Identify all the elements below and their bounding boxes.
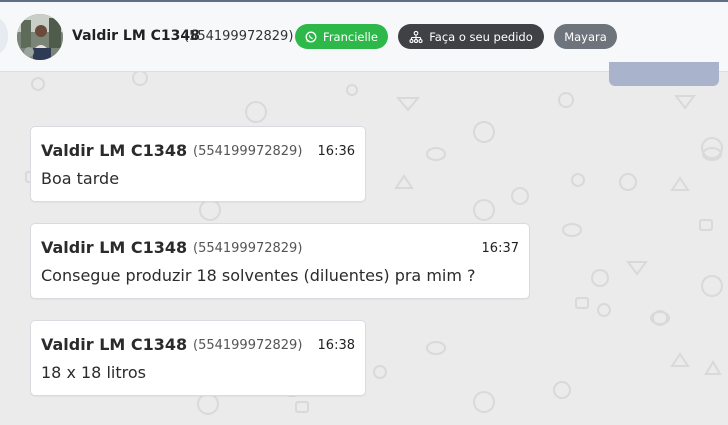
- message-time: 16:37: [481, 241, 519, 256]
- message-phone: (554199972829): [193, 144, 303, 159]
- whatsapp-icon: [305, 31, 317, 42]
- place-order-button[interactable]: Faça o seu pedido: [398, 24, 544, 49]
- agent-tag[interactable]: Mayara: [554, 24, 617, 49]
- message-bubble: Valdir LM C1348 (554199972829) 16:38 18 …: [30, 320, 366, 396]
- message-bubble: Valdir LM C1348 (554199972829) 16:36 Boa…: [30, 126, 366, 202]
- message-text: Consegue produzir 18 solventes (diluente…: [41, 266, 476, 285]
- message-time: 16:36: [317, 144, 355, 159]
- whatsapp-agent-button[interactable]: Francielle: [295, 24, 388, 49]
- message-text: 18 x 18 litros: [41, 363, 146, 382]
- message-sender: Valdir LM C1348: [41, 238, 188, 257]
- message-bubble: Valdir LM C1348 (554199972829) 16:37 Con…: [30, 223, 530, 299]
- message-sender: Valdir LM C1348: [41, 141, 188, 160]
- contact-name: Valdir LM C1348: [72, 28, 200, 44]
- message-phone: (554199972829): [193, 241, 303, 256]
- place-order-label: Faça o seu pedido: [429, 29, 533, 44]
- collapsed-panel-edge[interactable]: [0, 18, 8, 54]
- message-text: Boa tarde: [41, 169, 120, 188]
- message-sender: Valdir LM C1348: [41, 335, 188, 354]
- message-time: 16:38: [317, 338, 355, 353]
- previous-message-stub: [609, 62, 719, 86]
- agent-tag-label: Mayara: [564, 29, 607, 44]
- sitemap-icon: [409, 30, 423, 43]
- contact-avatar[interactable]: [17, 14, 63, 60]
- message-phone: (554199972829): [193, 338, 303, 353]
- whatsapp-agent-label: Francielle: [323, 29, 378, 44]
- contact-phone: (554199972829): [184, 29, 294, 44]
